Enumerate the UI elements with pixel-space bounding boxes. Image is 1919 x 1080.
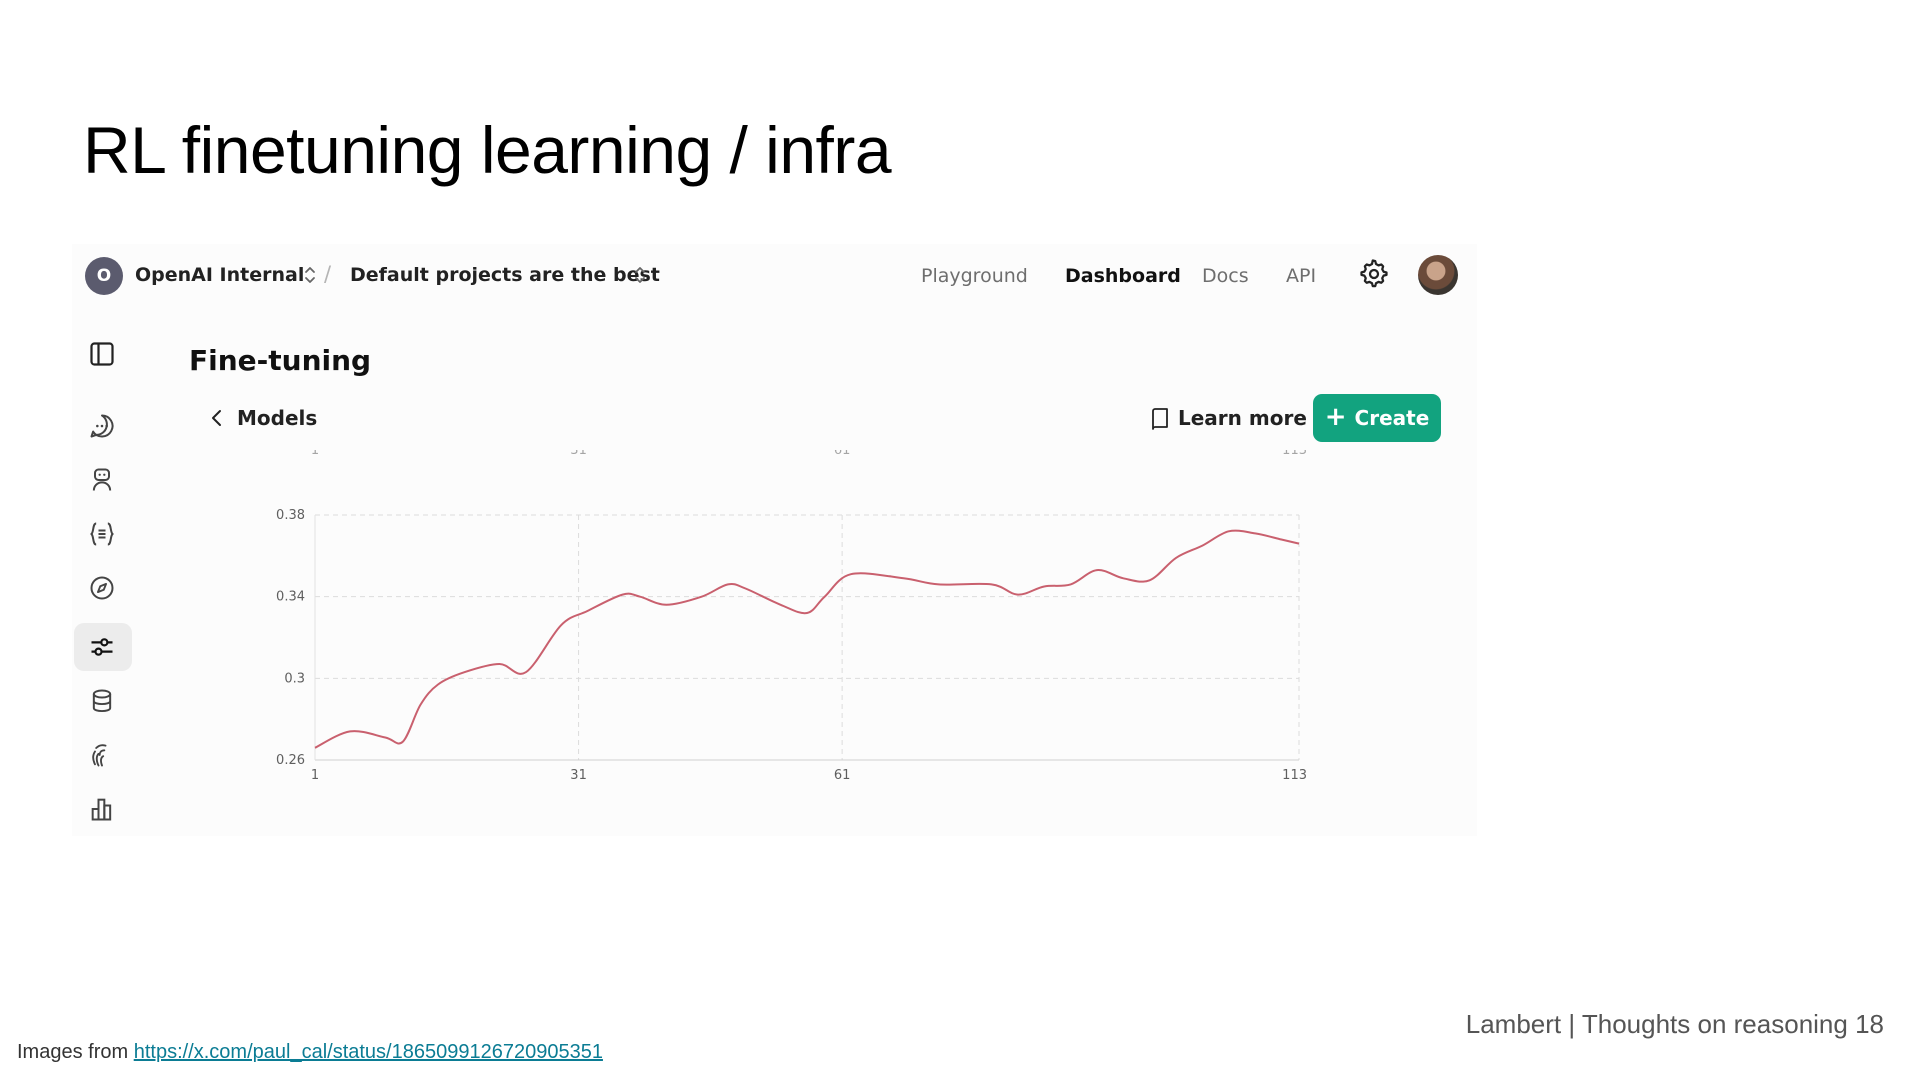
y-tick-label: 0.38: [276, 508, 305, 523]
nav-api[interactable]: API: [1286, 265, 1316, 287]
source-link[interactable]: https://x.com/paul_cal/status/1865099126…: [134, 1041, 603, 1063]
project-switch-chevron-icon[interactable]: [634, 265, 646, 285]
page-title: Fine-tuning: [189, 344, 372, 377]
slide-footer: Lambert | Thoughts on reasoning 18: [1465, 1009, 1884, 1039]
panel-icon[interactable]: [88, 340, 116, 368]
nav-dashboard[interactable]: Dashboard: [1065, 265, 1181, 287]
usage-chart-icon[interactable]: [88, 795, 116, 823]
x-tick-label: 1: [311, 768, 319, 783]
storage-icon[interactable]: [88, 687, 116, 715]
x-tick-label: 61: [834, 768, 851, 783]
learn-more-link[interactable]: Learn more: [1178, 406, 1307, 430]
source-prefix: Images from: [17, 1041, 134, 1063]
org-avatar[interactable]: O: [85, 257, 123, 295]
book-icon: [1152, 408, 1168, 430]
create-label: Create: [1354, 406, 1430, 430]
org-switch-chevron-icon[interactable]: [304, 265, 316, 285]
compass-icon[interactable]: [88, 574, 116, 602]
back-to-models-link[interactable]: Models: [237, 406, 317, 430]
x-tick-label-top: 31: [570, 450, 587, 458]
finetuning-screenshot: O OpenAI Internal / Default projects are…: [72, 244, 1477, 836]
x-tick-label: 31: [570, 768, 587, 783]
x-tick-label: 113: [1282, 768, 1307, 783]
assistant-icon[interactable]: [88, 466, 116, 494]
org-name[interactable]: OpenAI Internal: [135, 264, 304, 286]
nav-playground[interactable]: Playground: [921, 265, 1028, 287]
series-line: [314, 529, 1300, 749]
slide-title: RL finetuning learning / infra: [83, 113, 892, 187]
user-avatar[interactable]: [1418, 255, 1458, 295]
nav-docs[interactable]: Docs: [1202, 265, 1249, 287]
plus-icon: +: [1324, 402, 1347, 432]
fingerprint-icon[interactable]: [88, 741, 116, 769]
batch-icon[interactable]: [88, 520, 116, 548]
finetune-icon[interactable]: [88, 633, 116, 661]
gear-icon[interactable]: [1359, 259, 1389, 289]
breadcrumb-separator: /: [324, 262, 332, 286]
y-tick-label: 0.34: [276, 590, 305, 605]
project-name[interactable]: Default projects are the best: [350, 264, 660, 286]
training-chart: 0.38 0.34 0.3 0.26 1 1 31 31 61 61 113 113: [276, 450, 1307, 783]
x-tick-label-top: 113: [1282, 450, 1307, 458]
y-tick-label: 0.26: [276, 753, 305, 768]
chat-icon[interactable]: [88, 412, 116, 440]
chevron-left-icon[interactable]: [210, 408, 224, 428]
source-note: Images from https://x.com/paul_cal/statu…: [17, 1041, 603, 1064]
y-tick-label: 0.3: [284, 671, 305, 686]
x-tick-label-top: 61: [834, 450, 851, 458]
create-button[interactable]: + Create: [1313, 394, 1441, 442]
x-tick-label-top: 1: [311, 450, 319, 458]
